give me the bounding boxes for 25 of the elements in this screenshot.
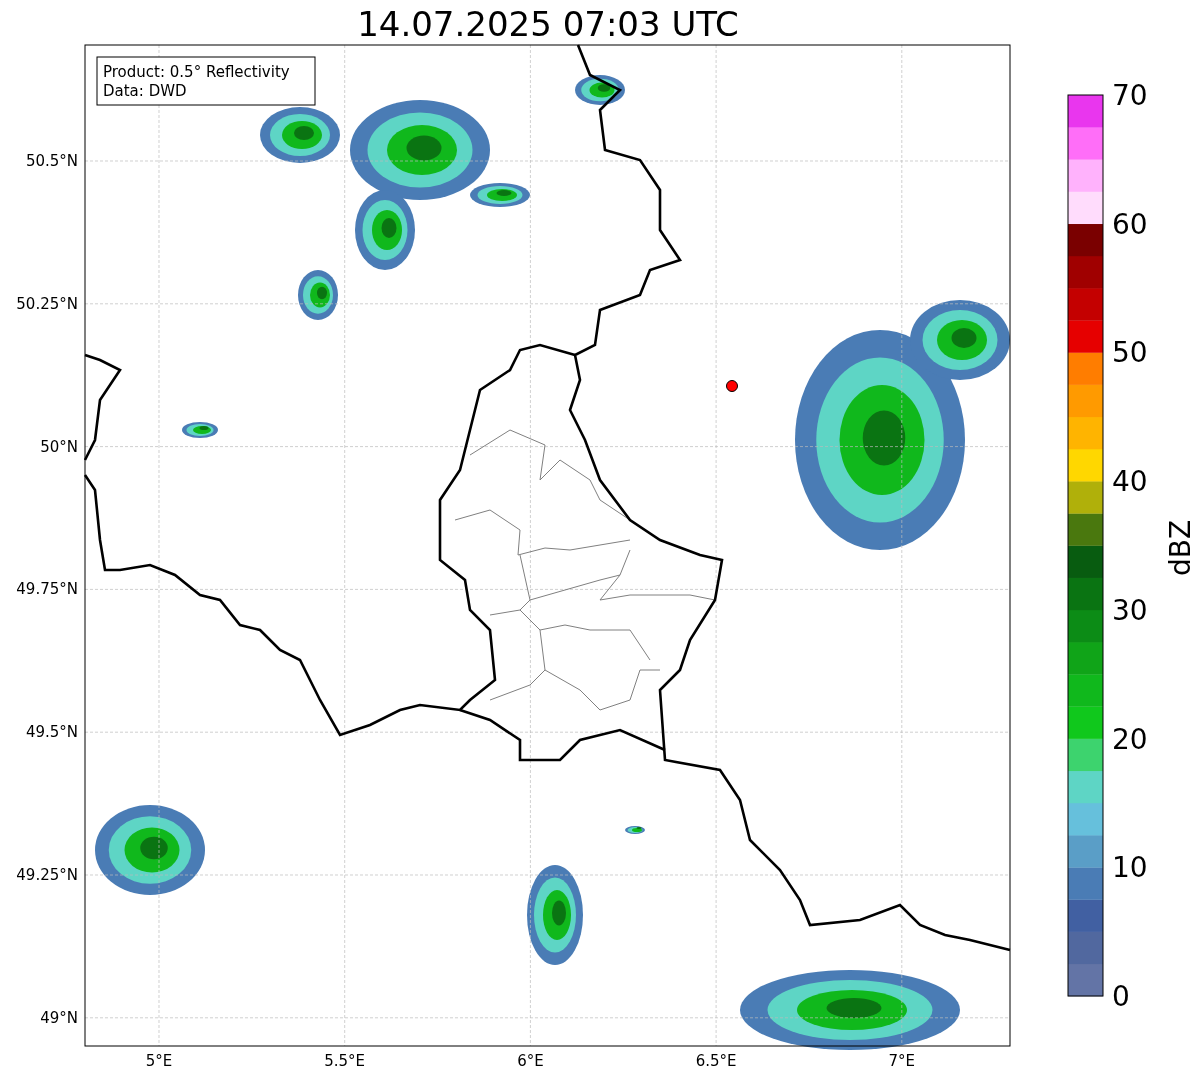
colorbar-tick-label: 40: [1112, 465, 1148, 499]
location-marker: [726, 380, 738, 392]
latitude-label: 49.25°N: [16, 866, 78, 884]
latitude-label: 50.25°N: [16, 294, 78, 313]
info-text: Data: DWD: [103, 82, 187, 100]
colorbar-tick-label: 60: [1112, 207, 1148, 241]
latitude-label: 49.75°N: [16, 580, 78, 599]
longitude-label: 6.5°E: [695, 1052, 737, 1070]
longitude-label: 7°E: [888, 1052, 916, 1070]
colorbar-tick-label: 70: [1112, 79, 1148, 112]
colorbar-tick-label: 10: [1112, 851, 1148, 885]
longitude-label: 5.5°E: [324, 1052, 366, 1070]
longitude-label: 6°E: [517, 1052, 544, 1070]
figure-title: 14.07.2025 07:03 UTC: [357, 4, 739, 44]
latitude-label: 49°N: [40, 1008, 78, 1027]
colorbar-label: dBZ: [1164, 519, 1197, 577]
longitude-label: 5°E: [145, 1052, 173, 1070]
colorbar-tick-label: 50: [1112, 336, 1148, 370]
info-text: Product: 0.5° Reflectivity: [103, 63, 290, 81]
latitude-label: 50.5°N: [25, 152, 78, 170]
latitude-label: 50°N: [40, 437, 78, 456]
colorbar-tick-label: 0: [1112, 980, 1130, 1013]
latitude-label: 49.5°N: [25, 723, 78, 742]
colorbar-tick-label: 30: [1112, 593, 1148, 627]
colorbar-tick-label: 20: [1112, 722, 1148, 756]
